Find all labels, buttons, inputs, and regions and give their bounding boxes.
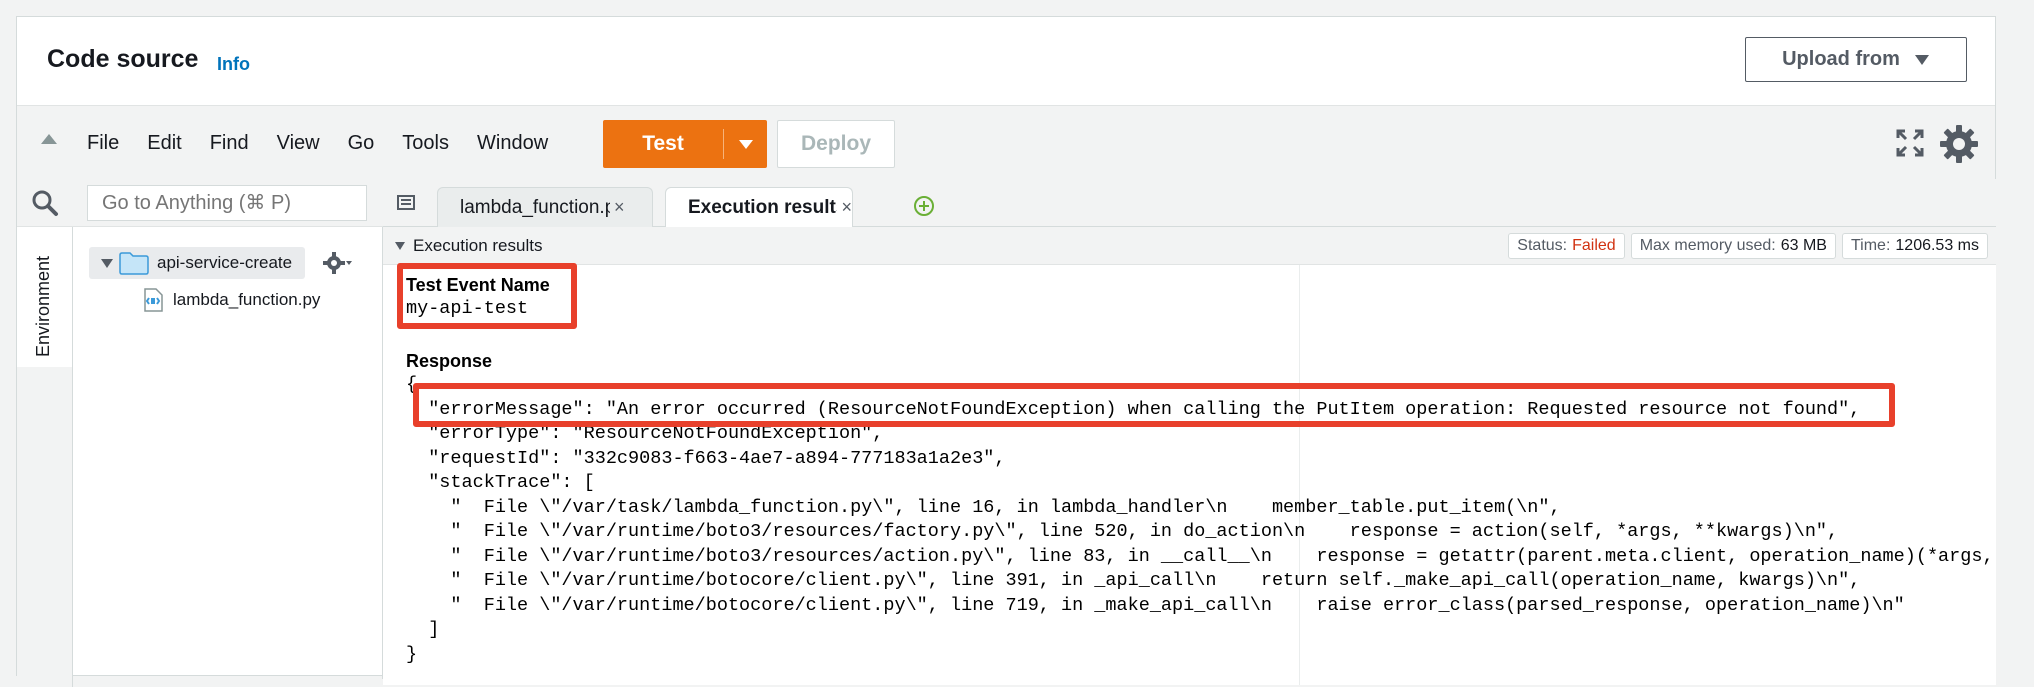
highlight-box-error-message (413, 383, 1895, 427)
execution-results-header: Execution results Status: Failed Max mem… (383, 227, 1996, 265)
tab-lambda-function[interactable]: lambda_function.py × (437, 187, 653, 227)
tab-label: lambda_function.py (460, 196, 610, 218)
collapse-caret-icon[interactable] (41, 134, 57, 144)
upload-from-label: Upload from (1782, 48, 1900, 70)
menu-file[interactable]: File (87, 132, 119, 155)
collapse-results-caret-icon[interactable] (395, 242, 405, 250)
info-link[interactable]: Info (217, 54, 250, 75)
menu-go[interactable]: Go (348, 132, 375, 155)
test-button[interactable]: Test (603, 120, 767, 168)
menu-find[interactable]: Find (210, 132, 249, 155)
editor-area: lambda_function.py × Execution results ×… (383, 179, 1996, 685)
response-label: Response (406, 351, 493, 371)
folder-settings-gear-icon[interactable] (323, 251, 353, 275)
response-line: "requestId": "332c9083-f663-4ae7-a894-77… (406, 447, 1006, 469)
python-file-icon (144, 288, 163, 312)
file-lambda-function[interactable]: lambda_function.py (143, 285, 320, 315)
tab-list-icon[interactable] (395, 193, 417, 213)
menu-tools[interactable]: Tools (402, 132, 449, 155)
folder-api-service-create[interactable]: api-service-create (89, 247, 305, 279)
close-icon[interactable]: × (614, 197, 625, 218)
response-line: "stackTrace": [ (406, 472, 595, 493)
folder-icon (119, 252, 149, 275)
caret-down-icon (1914, 54, 1929, 65)
test-dropdown-toggle[interactable] (724, 139, 767, 149)
ide-menubar: File Edit Find View Go Tools Window Test… (17, 105, 1995, 179)
status-value: Failed (1572, 237, 1616, 254)
tab-execution-results[interactable]: Execution results × (665, 187, 853, 227)
execution-results-title: Execution results (413, 236, 543, 255)
memory-label: Max memory used: (1639, 237, 1776, 254)
menu-view[interactable]: View (277, 132, 320, 155)
time-value: 1206.53 ms (1895, 237, 1979, 254)
time-label: Time: (1850, 237, 1891, 254)
result-stats: Status: Failed Max memory used: 63 MB Ti… (1508, 233, 1988, 259)
search-icon (32, 190, 58, 216)
environment-sidebar: Environment api-service-create (17, 179, 383, 687)
tab-label: Execution results (688, 196, 838, 218)
close-icon[interactable]: × (841, 197, 852, 218)
environment-tab-label: Environment (33, 255, 53, 357)
time-badge: Time: 1206.53 ms (1841, 233, 1988, 259)
folder-label: api-service-create (157, 253, 293, 272)
print-margin-line (1299, 265, 1300, 685)
test-button-label: Test (642, 132, 684, 155)
menu-edit[interactable]: Edit (147, 132, 181, 155)
status-badge: Status: Failed (1508, 233, 1625, 259)
response-line: } (406, 643, 418, 665)
fullscreen-icon[interactable] (1895, 128, 1925, 158)
memory-badge: Max memory used: 63 MB (1630, 233, 1836, 259)
deploy-button[interactable]: Deploy (777, 120, 895, 168)
go-to-anything-bar (17, 179, 383, 227)
response-line: " File \"/var/runtime/botocore/client.py… (406, 570, 1861, 591)
upload-from-button[interactable]: Upload from (1745, 37, 1967, 82)
environment-tab[interactable]: Environment (17, 227, 73, 367)
response-line: " File \"/var/runtime/boto3/resources/fa… (406, 521, 1839, 542)
menu-window[interactable]: Window (477, 132, 548, 155)
sidebar-rail (17, 367, 73, 687)
response-line: " File \"/var/runtime/boto3/resources/ac… (406, 545, 1991, 567)
response-line: " File \"/var/task/lambda_function.py\",… (406, 496, 1561, 518)
status-label: Status: (1517, 237, 1568, 254)
menu-items: File Edit Find View Go Tools Window (87, 106, 576, 180)
caret-down-icon (738, 139, 753, 149)
response-line: ] (406, 619, 440, 640)
editor-tabbar: lambda_function.py × Execution results × (383, 179, 1996, 227)
response-line: " File \"/var/runtime/botocore/client.py… (406, 594, 1905, 616)
page-title: Code source (47, 45, 199, 73)
panel-header: Code source Info Upload from (17, 17, 1995, 105)
go-to-anything-input[interactable] (87, 185, 367, 221)
highlight-box-test-event (397, 263, 577, 329)
gear-icon[interactable] (1939, 124, 1979, 164)
execution-output: Test Event Name my-api-test Response { "… (383, 263, 1996, 685)
add-tab-plus-icon[interactable] (913, 195, 935, 217)
memory-value: 63 MB (1780, 237, 1827, 254)
code-source-panel: Code source Info Upload from File Edit F… (16, 16, 1996, 687)
file-label: lambda_function.py (173, 290, 321, 309)
expand-caret-icon[interactable] (101, 259, 113, 268)
